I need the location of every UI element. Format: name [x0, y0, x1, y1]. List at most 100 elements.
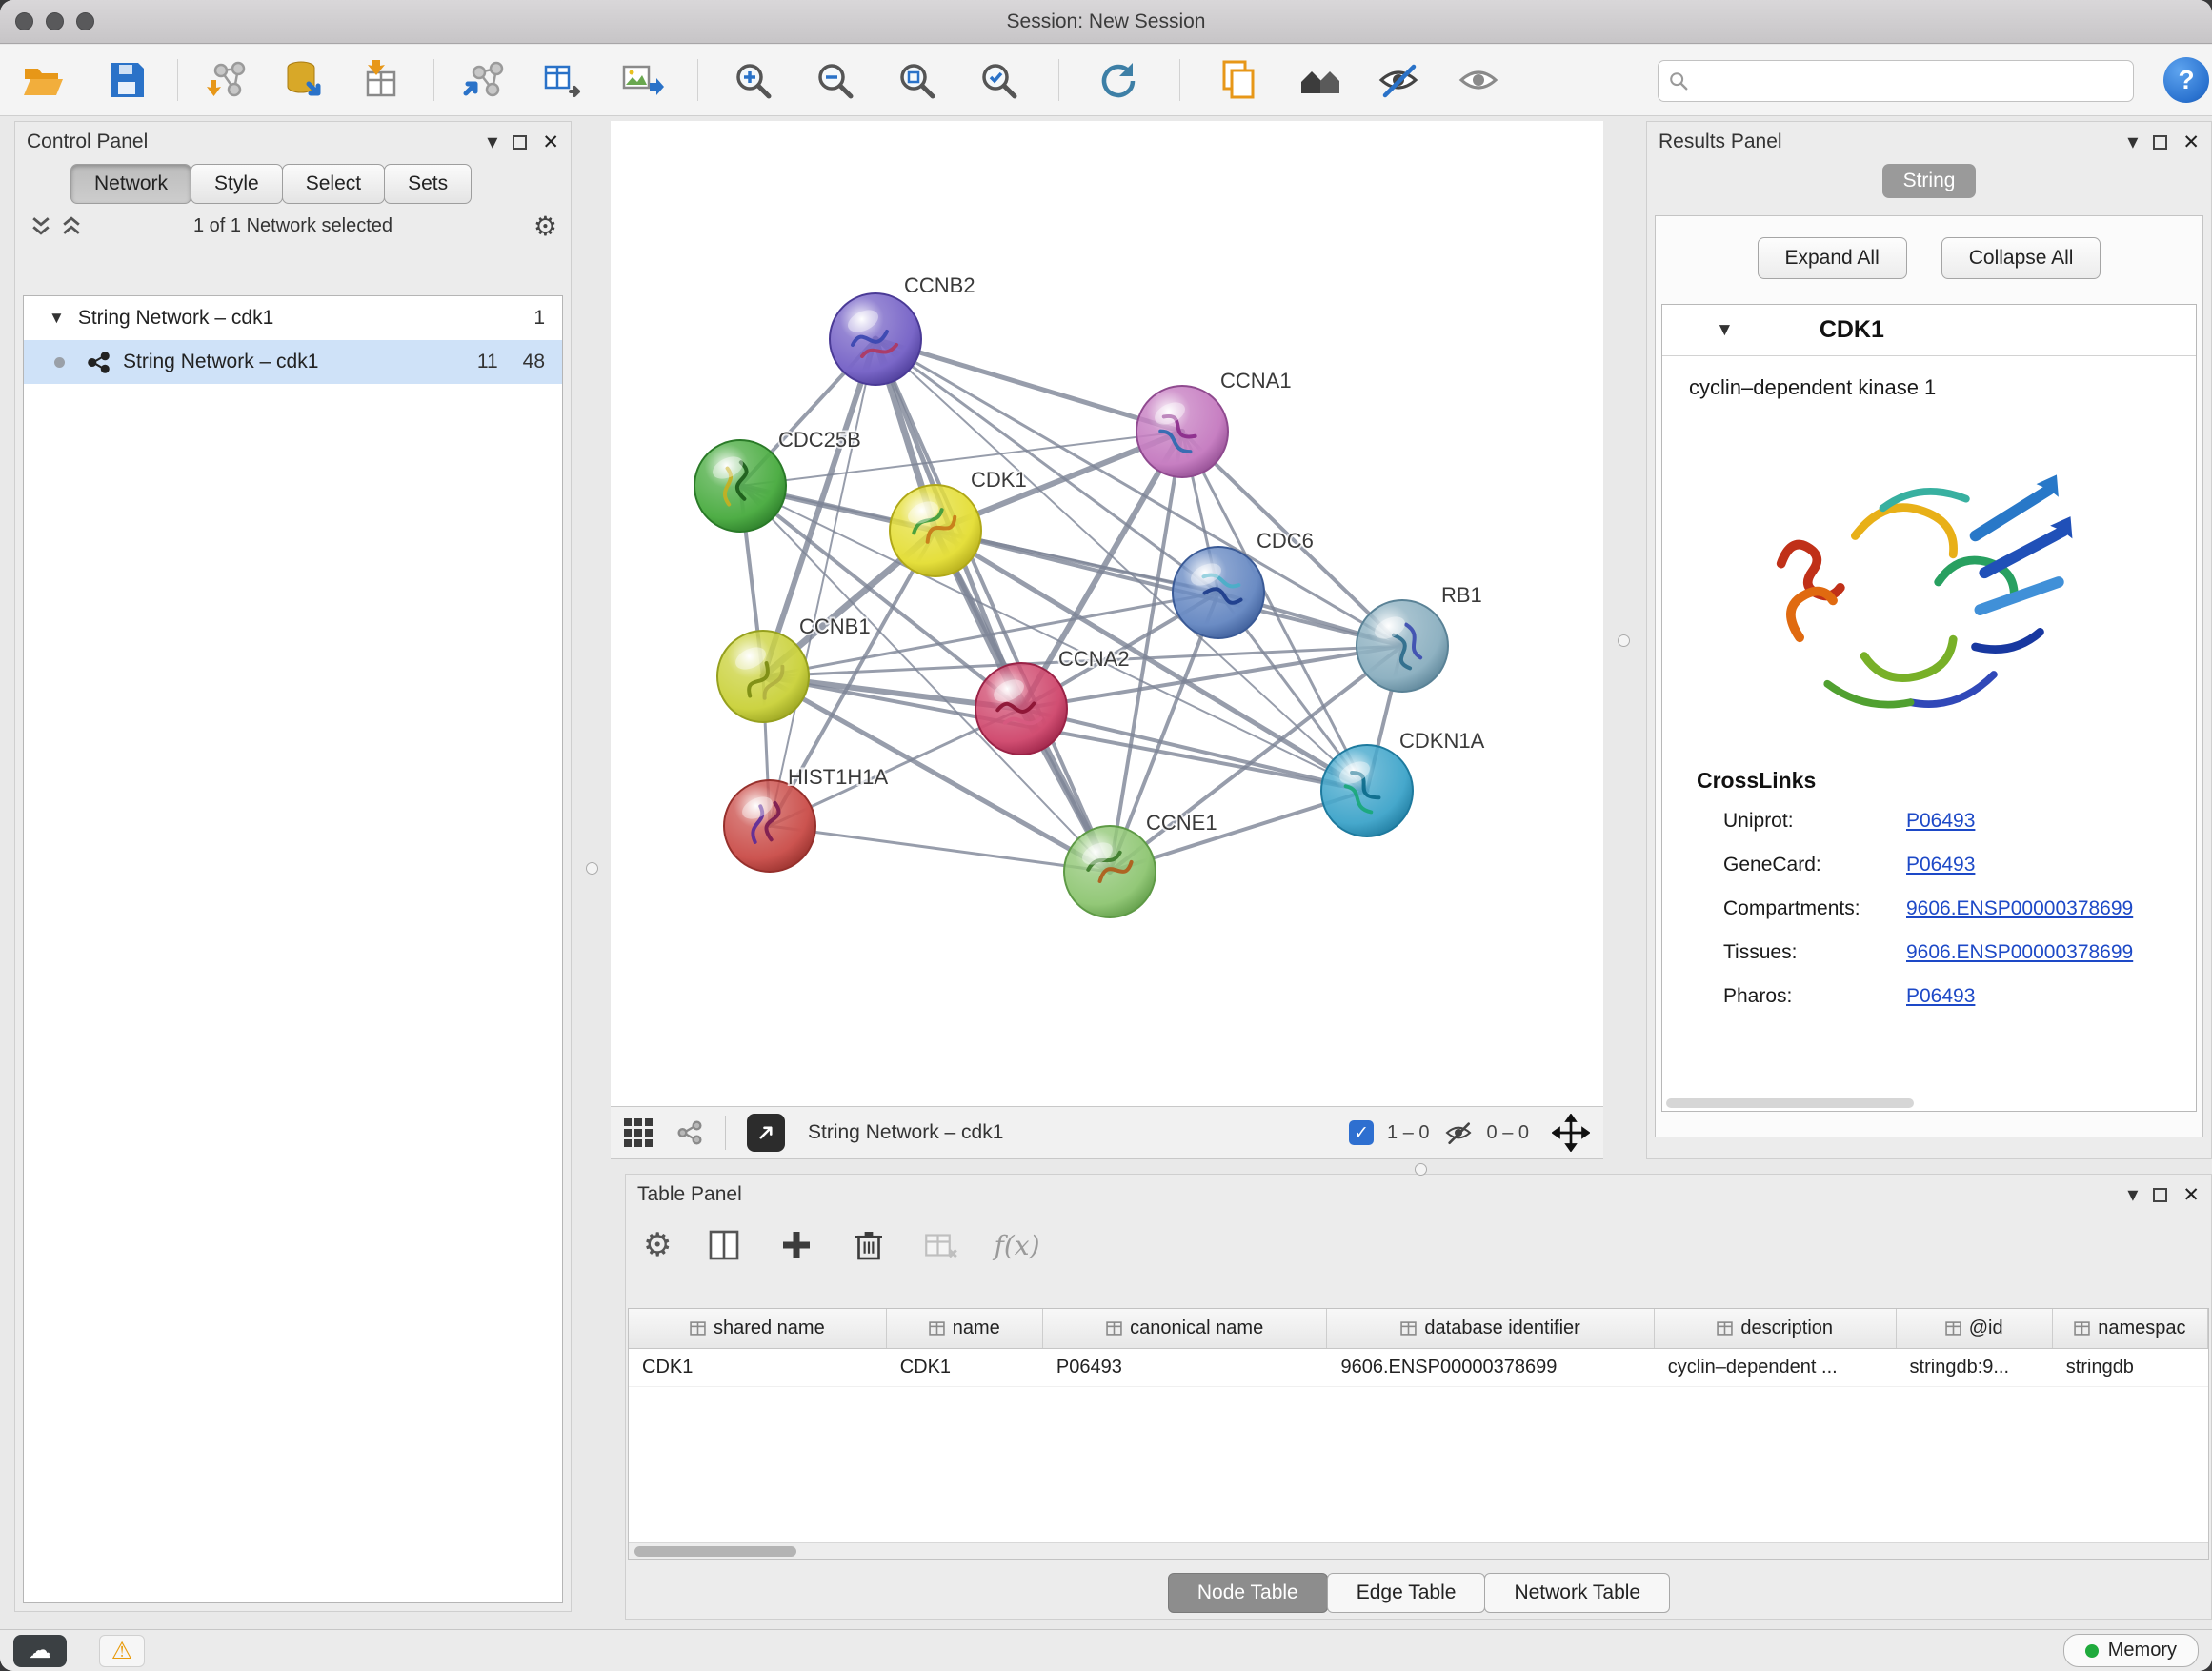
column-header[interactable]: name [887, 1309, 1043, 1348]
crosslink-link[interactable]: 9606.ENSP00000378699 [1906, 941, 2133, 964]
expand-all-button[interactable]: Expand All [1758, 237, 1907, 279]
export-image-button[interactable] [617, 56, 665, 104]
import-table-button[interactable] [355, 56, 403, 104]
tab-node-table[interactable]: Node Table [1168, 1573, 1328, 1613]
tab-network[interactable]: Network [70, 164, 191, 204]
warnings-button[interactable]: ⚠ [99, 1635, 145, 1667]
eye-icon [1456, 57, 1501, 103]
tab-string[interactable]: String [1882, 164, 1977, 198]
section-collapse-icon[interactable]: ▼ [1716, 320, 1734, 341]
panel-close-icon[interactable]: ✕ [2182, 132, 2200, 152]
new-network-button[interactable] [461, 56, 509, 104]
network-options-gear-icon[interactable]: ⚙ [533, 211, 557, 242]
column-header[interactable]: @id [1897, 1309, 2053, 1348]
column-header[interactable]: database identifier [1327, 1309, 1654, 1348]
tab-edge-table[interactable]: Edge Table [1327, 1573, 1486, 1613]
panel-menu-icon[interactable]: ▾ [2127, 1184, 2138, 1205]
table-hscroll-thumb[interactable] [634, 1546, 796, 1557]
selected-checkbox-icon[interactable]: ✓ [1349, 1120, 1374, 1145]
network-collection-row[interactable]: ▼ String Network – cdk1 1 [24, 296, 562, 340]
column-header[interactable]: canonical name [1043, 1309, 1328, 1348]
network-node-cdc6[interactable] [1173, 547, 1264, 638]
zoom-in-button[interactable] [729, 56, 776, 104]
network-node-cdc25b[interactable] [694, 440, 786, 532]
right-splitter-handle[interactable] [1618, 634, 1630, 647]
crosslink-link[interactable]: P06493 [1906, 854, 1975, 876]
network-node-rb1[interactable] [1357, 600, 1448, 692]
zoom-window-button[interactable] [76, 12, 94, 30]
close-window-button[interactable] [15, 12, 33, 30]
table-hscrollbar[interactable] [629, 1542, 2208, 1559]
refresh-button[interactable] [1094, 56, 1141, 104]
zoom-fit-button[interactable] [893, 56, 940, 104]
node-label: CDC6 [1257, 529, 1314, 553]
collapse-all-button[interactable]: Collapse All [1941, 237, 2101, 279]
table-cell: 9606.ENSP00000378699 [1327, 1349, 1654, 1386]
help-button[interactable]: ? [2163, 57, 2209, 103]
network-node-ccna2[interactable] [975, 663, 1067, 755]
tree-expand-icon[interactable]: ▼ [49, 309, 65, 328]
panel-float-icon[interactable] [2153, 1188, 2167, 1202]
show-columns-icon[interactable] [704, 1225, 744, 1265]
birds-eye-view-icon[interactable] [624, 1118, 653, 1147]
panel-menu-icon[interactable]: ▾ [487, 131, 497, 152]
panel-float-icon[interactable] [513, 135, 527, 150]
left-splitter-handle[interactable] [586, 862, 598, 875]
network-node-ccnb1[interactable] [717, 631, 809, 722]
memory-button[interactable]: Memory [2063, 1634, 2199, 1667]
crosslink-link[interactable]: P06493 [1906, 810, 1975, 833]
save-session-button[interactable] [103, 56, 151, 104]
open-session-button[interactable] [19, 56, 67, 104]
network-edge[interactable] [875, 339, 1110, 872]
import-network-button[interactable] [203, 56, 251, 104]
show-graphics-button[interactable] [1455, 56, 1502, 104]
crosslink-link[interactable]: P06493 [1906, 985, 1975, 1008]
network-collection-label: String Network – cdk1 [78, 307, 273, 330]
hidden-eye-slash-icon[interactable] [1443, 1117, 1474, 1148]
network-node-ccna1[interactable] [1136, 386, 1228, 477]
panel-float-icon[interactable] [2153, 135, 2167, 150]
network-node-hist1h1a[interactable] [724, 780, 815, 872]
hide-annotations-button[interactable] [1375, 56, 1422, 104]
search-input[interactable] [1697, 70, 2123, 93]
table-row[interactable]: CDK1CDK1P064939606.ENSP00000378699cyclin… [629, 1349, 2208, 1387]
add-column-icon[interactable] [776, 1225, 816, 1265]
import-database-button[interactable] [279, 56, 327, 104]
zoom-out-button[interactable] [811, 56, 858, 104]
network-from-table-button[interactable] [539, 56, 587, 104]
copy-document-button[interactable] [1215, 56, 1262, 104]
cloud-button[interactable]: ☁ [13, 1635, 67, 1667]
network-edge[interactable] [875, 339, 1182, 432]
protein-section-header[interactable]: ▼ CDK1 [1662, 305, 2196, 356]
home-networks-button[interactable] [1297, 56, 1344, 104]
network-row-selected[interactable]: String Network – cdk1 11 48 [24, 340, 562, 384]
column-header[interactable]: namespac [2053, 1309, 2208, 1348]
tab-style[interactable]: Style [191, 164, 283, 204]
new-network-icon [462, 57, 508, 103]
results-hscrollbar[interactable] [1666, 1098, 1914, 1108]
bottom-splitter-handle[interactable] [1415, 1163, 1427, 1176]
crosslink-label: Compartments: [1723, 897, 1906, 920]
network-edge[interactable] [935, 531, 1402, 646]
tab-network-table[interactable]: Network Table [1484, 1573, 1670, 1613]
network-canvas[interactable]: CCNB2CCNA1CDC25BCDK1CDC6RB1CCNB1CCNA2CDK… [611, 121, 1603, 1106]
tab-select[interactable]: Select [282, 164, 385, 204]
network-node-ccnb2[interactable] [830, 293, 921, 385]
minimize-window-button[interactable] [46, 12, 64, 30]
zoom-selected-button[interactable] [975, 56, 1022, 104]
tab-sets[interactable]: Sets [384, 164, 472, 204]
column-header[interactable]: shared name [629, 1309, 887, 1348]
panel-close-icon[interactable]: ✕ [2182, 1185, 2200, 1205]
panel-close-icon[interactable]: ✕ [542, 132, 559, 152]
network-edge[interactable] [770, 826, 1110, 872]
network-node-cdk1[interactable] [890, 485, 981, 576]
crosslink-link[interactable]: 9606.ENSP00000378699 [1906, 897, 2133, 920]
network-node-cdkn1a[interactable] [1321, 745, 1413, 836]
export-network-button[interactable] [747, 1114, 785, 1152]
panel-menu-icon[interactable]: ▾ [2127, 131, 2138, 152]
column-header[interactable]: description [1655, 1309, 1897, 1348]
table-options-gear-icon[interactable]: ⚙ [643, 1226, 672, 1264]
delete-column-trash-icon[interactable] [849, 1225, 889, 1265]
pan-crosshair-icon[interactable] [1552, 1114, 1590, 1152]
network-node-ccne1[interactable] [1064, 826, 1156, 917]
